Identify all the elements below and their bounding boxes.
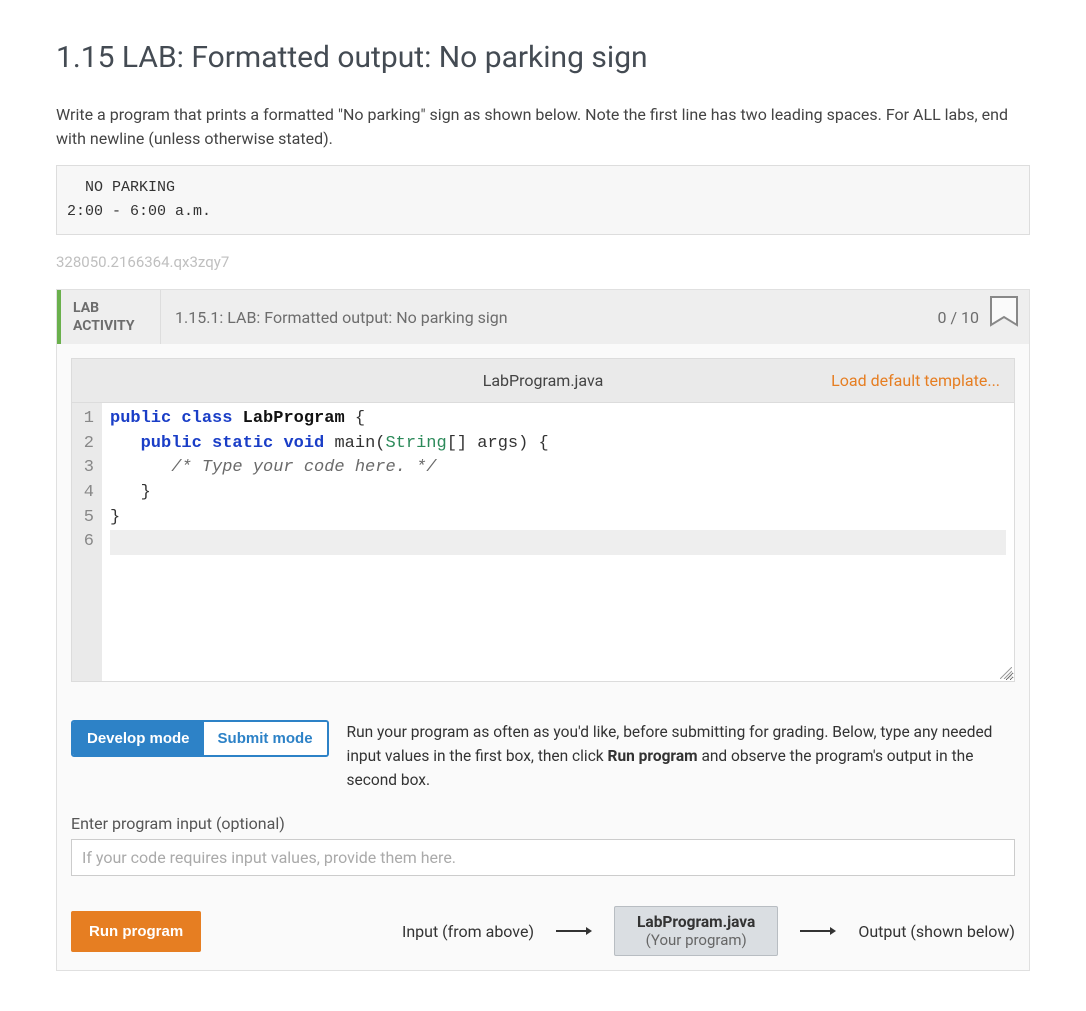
input-flow-label: Input (from above) <box>402 922 534 941</box>
code-token: public <box>110 409 171 428</box>
code-token: static <box>212 434 273 453</box>
code-token: class <box>181 409 232 428</box>
line-number: 6 <box>78 530 94 555</box>
line-number: 3 <box>78 456 94 481</box>
mode-row: Develop mode Submit mode Run your progra… <box>71 720 1015 792</box>
code-token: /* Type your code here. */ <box>110 458 436 477</box>
code-token: } <box>110 508 120 527</box>
filename-label: LabProgram.java <box>483 371 604 390</box>
mode-description: Run your program as often as you'd like,… <box>347 720 1015 792</box>
program-box-sub: (Your program) <box>637 931 755 949</box>
file-header: LabProgram.java Load default template... <box>71 358 1015 402</box>
bookmark-icon[interactable] <box>989 295 1019 339</box>
lab-label-line2: ACTIVITY <box>73 317 148 335</box>
code-token: [] args) { <box>447 434 549 453</box>
program-box: LabProgram.java (Your program) <box>614 906 778 956</box>
load-default-template-link[interactable]: Load default template... <box>831 371 1014 390</box>
lab-score: 0 / 10 <box>937 308 989 327</box>
line-number: 2 <box>78 432 94 457</box>
lab-label-line1: LAB <box>73 299 148 317</box>
page-title: 1.15 LAB: Formatted output: No parking s… <box>56 40 1030 75</box>
code-token: void <box>283 434 324 453</box>
code-token: { <box>345 409 365 428</box>
code-token: String <box>385 434 446 453</box>
lab-instructions: Write a program that prints a formatted … <box>56 103 1030 151</box>
input-label: Enter program input (optional) <box>71 814 1015 833</box>
lab-title: 1.15.1: LAB: Formatted output: No parkin… <box>161 308 937 327</box>
line-number: 1 <box>78 407 94 432</box>
input-section: Enter program input (optional) <box>71 814 1015 876</box>
line-number-gutter: 123456 <box>72 403 102 681</box>
code-editor[interactable]: 123456 public class LabProgram { public … <box>71 402 1015 682</box>
lab-activity-box: LAB ACTIVITY 1.15.1: LAB: Formatted outp… <box>56 289 1030 971</box>
line-number: 4 <box>78 481 94 506</box>
arrow-right-icon <box>800 925 836 937</box>
code-token <box>110 434 141 453</box>
develop-mode-button[interactable]: Develop mode <box>73 722 204 755</box>
activity-id: 328050.2166364.qx3zqy7 <box>56 253 1030 271</box>
program-input[interactable] <box>71 839 1015 876</box>
submit-mode-button[interactable]: Submit mode <box>204 722 327 755</box>
arrow-right-icon <box>556 925 592 937</box>
code-token: } <box>110 483 151 502</box>
sample-output: NO PARKING 2:00 - 6:00 a.m. <box>56 165 1030 235</box>
mode-toggle: Develop mode Submit mode <box>71 720 329 757</box>
code-content[interactable]: public class LabProgram { public static … <box>102 403 1014 681</box>
lab-body: LabProgram.java Load default template...… <box>57 344 1029 970</box>
line-number: 5 <box>78 506 94 531</box>
run-program-button[interactable]: Run program <box>71 911 201 952</box>
code-token: main( <box>324 434 385 453</box>
output-flow-label: Output (shown below) <box>858 922 1015 941</box>
code-token: public <box>141 434 202 453</box>
code-token: LabProgram <box>243 409 345 428</box>
mode-desc-bold: Run program <box>608 747 698 765</box>
run-row: Run program Input (from above) LabProgra… <box>71 906 1015 956</box>
resize-handle-icon <box>1000 667 1012 679</box>
program-box-name: LabProgram.java <box>637 913 755 931</box>
lab-header: LAB ACTIVITY 1.15.1: LAB: Formatted outp… <box>57 290 1029 344</box>
lab-activity-label: LAB ACTIVITY <box>61 290 161 344</box>
